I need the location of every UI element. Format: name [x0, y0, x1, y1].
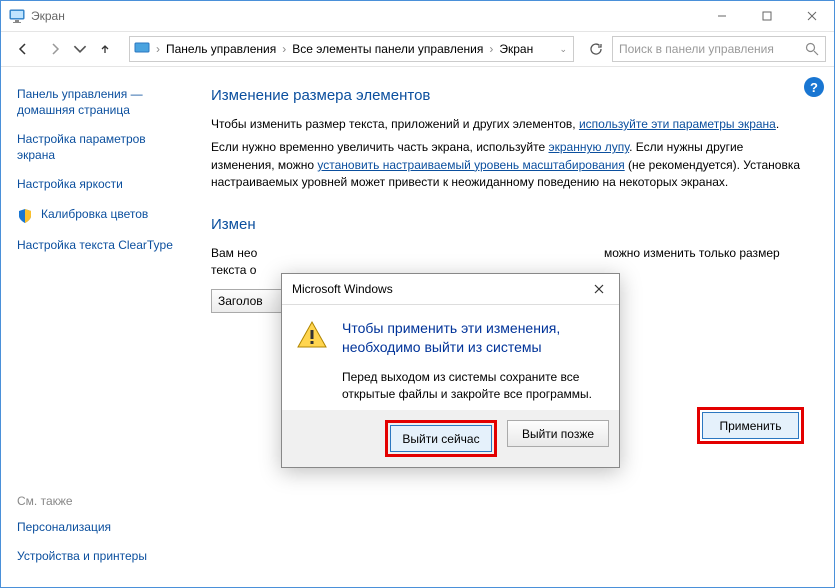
maximize-button[interactable] [744, 1, 789, 31]
link-display-settings[interactable]: используйте эти параметры экрана [579, 117, 776, 131]
dialog-titlebar: Microsoft Windows [282, 274, 619, 305]
shield-icon [17, 208, 33, 224]
apply-button[interactable]: Применить [702, 412, 799, 439]
dialog-body: Чтобы применить эти изменения, необходим… [282, 305, 619, 410]
sidebar-devices[interactable]: Устройства и принтеры [17, 549, 185, 565]
link-custom-scaling[interactable]: установить настраиваемый уровень масштаб… [317, 158, 624, 172]
forward-button[interactable] [41, 35, 69, 63]
help-icon[interactable]: ? [804, 77, 824, 97]
sidebar-cleartype[interactable]: Настройка текста ClearType [17, 238, 185, 254]
dialog-heading: Чтобы применить эти изменения, необходим… [342, 319, 605, 357]
logout-later-button[interactable]: Выйти позже [507, 420, 609, 447]
sidebar: Панель управления — домашняя страница На… [1, 67, 201, 588]
sidebar-personalization[interactable]: Персонализация [17, 520, 185, 536]
breadcrumb-dropdown-icon[interactable]: ⌄ [557, 44, 569, 55]
see-also-heading: См. также [17, 494, 185, 508]
window-title: Экран [31, 9, 65, 23]
logout-now-button[interactable]: Выйти сейчас [390, 425, 492, 452]
sidebar-display-params[interactable]: Настройка параметров экрана [17, 132, 185, 163]
highlight-apply: Применить [697, 407, 804, 444]
close-button[interactable] [789, 1, 834, 31]
logout-dialog: Microsoft Windows Чтобы применить эти из… [281, 273, 620, 468]
minimize-button[interactable] [699, 1, 744, 31]
paragraph-1: Чтобы изменить размер текста, приложений… [211, 116, 804, 133]
paragraph-2: Если нужно временно увеличить часть экра… [211, 139, 804, 191]
up-button[interactable] [91, 35, 119, 63]
warning-icon [296, 319, 328, 351]
chevron-icon: › [154, 42, 162, 56]
crumb-control-panel[interactable]: Панель управления [166, 42, 276, 56]
sidebar-color-calibration[interactable]: Калибровка цветов [17, 207, 185, 224]
apply-wrap: Применить [697, 407, 804, 444]
dialog-close-button[interactable] [589, 279, 609, 299]
window-controls [699, 1, 834, 31]
search-icon [805, 42, 819, 56]
breadcrumb[interactable]: › Панель управления › Все элементы панел… [129, 36, 574, 62]
link-magnifier[interactable]: экранную лупу [549, 140, 630, 154]
display-icon [9, 8, 25, 24]
back-button[interactable] [9, 35, 37, 63]
search-placeholder: Поиск в панели управления [619, 42, 799, 56]
recent-dropdown[interactable] [73, 35, 87, 63]
crumb-display[interactable]: Экран [499, 42, 533, 56]
dialog-title: Microsoft Windows [292, 282, 589, 296]
titlebar: Экран [1, 1, 834, 32]
highlight-logout-now: Выйти сейчас [385, 420, 497, 457]
refresh-button[interactable] [584, 37, 608, 61]
heading-resize-elements: Изменение размера элементов [211, 87, 804, 104]
navbar: › Панель управления › Все элементы панел… [1, 32, 834, 67]
chevron-icon: › [487, 42, 495, 56]
dialog-text: Перед выходом из системы сохраните все о… [342, 369, 605, 403]
sidebar-brightness[interactable]: Настройка яркости [17, 177, 185, 193]
sidebar-home-link[interactable]: Панель управления — домашняя страница [17, 87, 185, 118]
heading-change-truncated: Измен [211, 216, 804, 233]
display-small-icon [134, 41, 150, 57]
content-body: Панель управления — домашняя страница На… [1, 67, 834, 588]
crumb-all-items[interactable]: Все элементы панели управления [292, 42, 483, 56]
control-panel-window: Экран › Панель управления › Все элементы… [0, 0, 835, 588]
chevron-icon: › [280, 42, 288, 56]
dialog-button-row: Выйти сейчас Выйти позже [282, 410, 619, 467]
search-input[interactable]: Поиск в панели управления [612, 36, 826, 62]
